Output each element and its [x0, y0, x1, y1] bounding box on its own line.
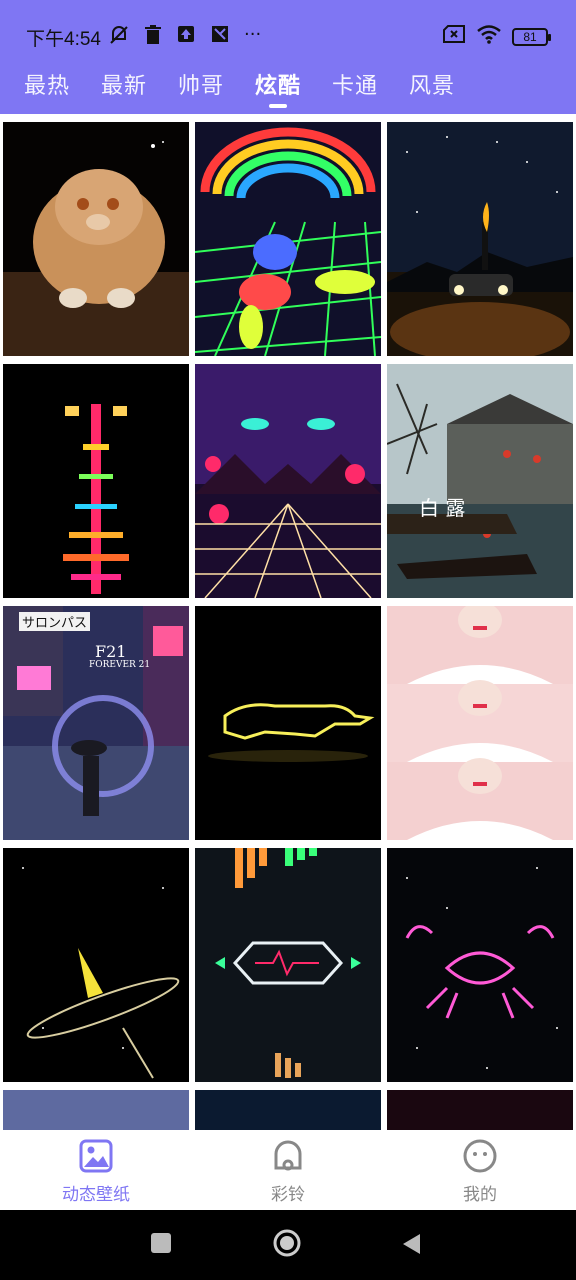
more-icon: ··· [244, 24, 262, 45]
wallpaper-neon-cheetah[interactable] [195, 606, 381, 840]
nav-live-wallpaper[interactable]: 动态壁纸 [36, 1138, 156, 1205]
wallpaper-water-town[interactable]: 白 露 [387, 364, 573, 598]
wallpaper-portrait-triptych[interactable] [387, 606, 573, 840]
tab-scenery[interactable]: 风景 [409, 68, 455, 100]
active-tab-indicator [269, 104, 287, 108]
wallpaper-partial-dark-red[interactable] [387, 1090, 573, 1130]
sign-text-salonpas: サロンパス [19, 612, 91, 631]
wallpaper-partial-sky[interactable] [3, 1090, 189, 1130]
upload-icon [176, 24, 196, 51]
recents-button[interactable] [150, 1232, 172, 1258]
tab-newest[interactable]: 最新 [101, 68, 147, 100]
wifi-icon [476, 24, 502, 49]
bottom-navigation: 动态壁纸 彩铃 我的 [0, 1130, 576, 1210]
wallpaper-icon [78, 1138, 114, 1174]
wallpaper-neon-heartbeat[interactable] [195, 848, 381, 1082]
vpn-icon [210, 24, 230, 51]
wallpaper-neon-rocket[interactable] [3, 848, 189, 1082]
wallpaper-rainy-city[interactable]: サロンパス F21 FOREVER 21 [3, 606, 189, 840]
category-tabs: 最热 最新 帅哥 炫酷 卡通 风景 [0, 64, 576, 108]
wallpaper-cat[interactable] [3, 122, 189, 356]
wallpaper-overlay-text: 白 露 [419, 496, 466, 520]
tab-cartoon[interactable]: 卡通 [332, 68, 378, 100]
app-header: 下午4:54 ··· 81 最热 最新 帅哥 炫酷 卡通 风景 [0, 0, 576, 114]
wallpaper-neon-rainbow[interactable] [195, 122, 381, 356]
battery-indicator: 81 [512, 27, 551, 46]
system-navigation-bar [0, 1210, 576, 1280]
no-sim-icon [442, 24, 466, 49]
wallpaper-synthwave-face[interactable] [195, 364, 381, 598]
nav-mine[interactable]: 我的 [420, 1138, 540, 1205]
tab-handsome[interactable]: 帅哥 [178, 68, 224, 100]
status-bar: 下午4:54 ··· 81 [0, 20, 576, 52]
sign-text-f21: F21 [95, 642, 127, 661]
trash-icon [144, 24, 162, 51]
back-button[interactable] [400, 1232, 424, 1260]
home-button[interactable] [272, 1228, 302, 1262]
wallpaper-audio-spectrum[interactable] [3, 364, 189, 598]
sign-text-forever21: FOREVER 21 [89, 660, 151, 670]
tab-hottest[interactable]: 最热 [24, 68, 70, 100]
bell-icon [270, 1138, 306, 1174]
wallpaper-grid[interactable]: 白 露 サロンパス F21 FOREVER 21 [0, 114, 576, 1130]
wallpaper-night-car[interactable] [387, 122, 573, 356]
wallpaper-neon-crab[interactable] [387, 848, 573, 1082]
nav-ringtone[interactable]: 彩铃 [228, 1138, 348, 1205]
mute-icon [108, 24, 130, 51]
system-icons: 81 [442, 24, 551, 49]
tab-cool[interactable]: 炫酷 [255, 68, 301, 100]
nav-label-wallpaper: 动态壁纸 [62, 1185, 130, 1205]
wallpaper-partial-dark-blue[interactable] [195, 1090, 381, 1130]
smiley-icon [462, 1138, 498, 1174]
nav-label-ringtone: 彩铃 [271, 1185, 305, 1205]
nav-label-mine: 我的 [463, 1185, 497, 1205]
status-time: 下午4:54 [26, 29, 101, 50]
notification-icons: ··· [108, 24, 261, 51]
